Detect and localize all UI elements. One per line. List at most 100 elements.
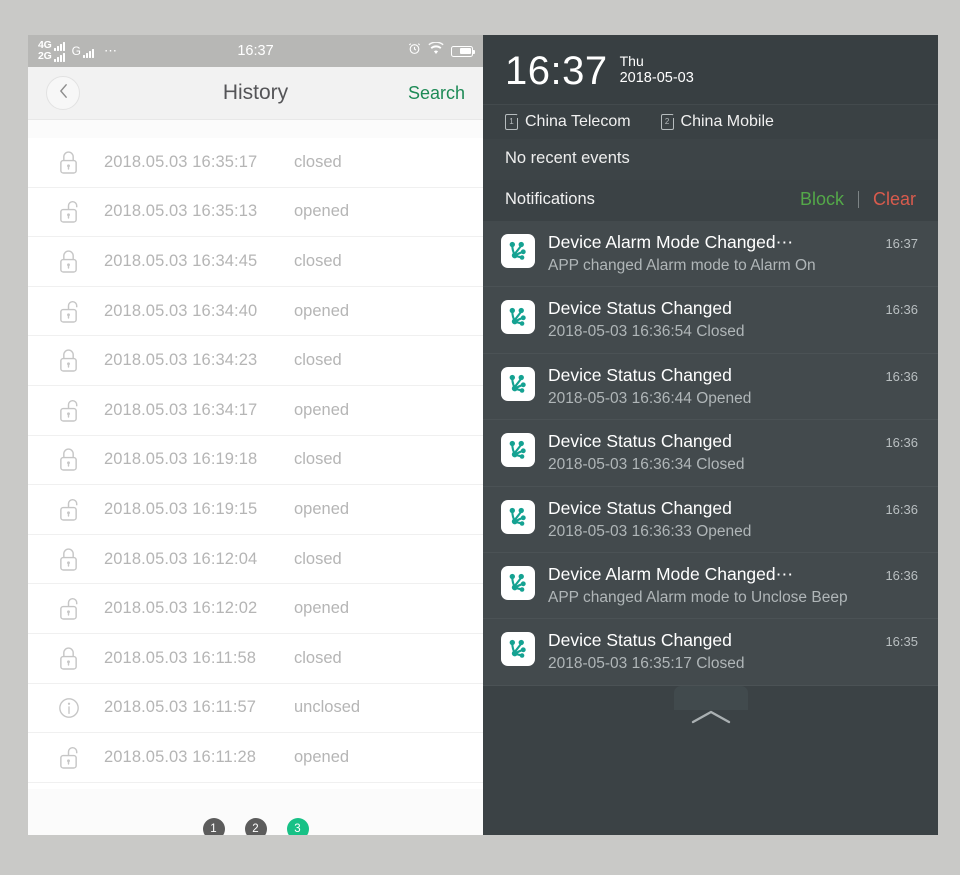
lock-closed-icon <box>58 547 104 572</box>
history-nav-bar: History Search <box>28 67 483 120</box>
history-row-state: opened <box>294 599 350 618</box>
history-row[interactable]: 2018.05.03 16:12:04 closed <box>28 535 483 585</box>
history-row[interactable]: 2018.05.03 16:35:17 closed <box>28 138 483 188</box>
notification-row[interactable]: Device Status Changed 16:36 2018-05-03 16:… <box>483 487 938 553</box>
clear-button[interactable]: Clear <box>873 189 916 210</box>
notification-body: Device Status Changed 16:35 2018-05-03 16:… <box>548 630 918 673</box>
sim-card-2-icon: 2 <box>660 113 674 130</box>
history-row-timestamp: 2018.05.03 16:35:13 <box>104 202 258 221</box>
app-icon <box>501 565 535 600</box>
history-row[interactable]: 2018.05.03 16:19:15 opened <box>28 485 483 535</box>
history-row-state: closed <box>294 450 342 469</box>
notification-subtitle: 2018-05-03 16:36:44 Opened <box>548 389 752 407</box>
carrier-sim1: 1 China Telecom <box>505 113 631 131</box>
app-icon <box>501 366 535 401</box>
chevron-up-icon[interactable] <box>689 708 733 731</box>
notification-time: 16:35 <box>885 634 918 650</box>
secondary-network-indicator: G <box>72 44 94 58</box>
handle-ghost-pill <box>673 685 748 710</box>
notification-row[interactable]: Device Status Changed 16:36 2018-05-03 16:… <box>483 354 938 421</box>
action-divider <box>857 191 859 208</box>
block-button[interactable]: Block <box>800 189 844 210</box>
history-row-state: opened <box>294 499 350 518</box>
notification-time: 16:36 <box>885 302 918 318</box>
right-phone-notification-shade: 16:37 Thu 2018-05-03 1 China Telecom 2 C… <box>483 35 938 835</box>
shade-date-block: Thu 2018-05-03 <box>620 51 694 87</box>
history-row-timestamp: 2018.05.03 16:19:15 <box>104 499 258 518</box>
history-row[interactable]: 2018.05.03 16:34:17 opened <box>28 386 483 436</box>
carrier-sim1-name: China Telecom <box>525 113 631 130</box>
info-circle-icon <box>58 697 104 719</box>
history-row-timestamp: 2018.05.03 16:34:17 <box>104 400 258 419</box>
notification-body: Device Alarm Mode Changed⋯ 16:36 APP chang… <box>548 564 918 607</box>
notification-body: Device Status Changed 16:36 2018-05-03 16:… <box>548 298 918 341</box>
secondary-signal-bars-icon <box>82 49 94 58</box>
left-phone-screen: 4G 2G G ⋯ 16:37 History Search 2018.05.0… <box>28 35 483 835</box>
app-icon <box>501 499 535 534</box>
notification-row[interactable]: Device Status Changed 16:36 2018-05-03 16:… <box>483 287 938 354</box>
carrier-row: 1 China Telecom 2 China Mobile <box>483 104 938 139</box>
history-row[interactable]: 2018.05.03 16:11:58 closed <box>28 634 483 684</box>
notification-title: Device Status Changed <box>548 497 732 518</box>
notification-row[interactable]: Device Status Changed 16:35 2018-05-03 16:… <box>483 619 938 686</box>
notification-title-line: Device Status Changed 16:36 <box>548 365 918 386</box>
history-list[interactable]: 2018.05.03 16:35:17 closed 2018.05.03 16:3… <box>28 120 483 789</box>
shade-clock-area: 16:37 Thu 2018-05-03 <box>483 35 938 104</box>
notification-time: 16:36 <box>885 435 918 451</box>
history-row-timestamp: 2018.05.03 16:12:04 <box>104 549 258 568</box>
history-row-state: opened <box>294 301 350 320</box>
history-row[interactable]: 2018.05.03 16:19:18 closed <box>28 436 483 486</box>
notification-list[interactable]: Device Alarm Mode Changed⋯ 16:37 APP chang… <box>483 221 938 686</box>
history-row[interactable]: 2018.05.03 16:11:28 opened <box>28 733 483 783</box>
history-row[interactable]: 2018.05.03 16:34:23 closed <box>28 336 483 386</box>
lock-closed-icon <box>58 150 104 175</box>
notification-row[interactable]: Device Alarm Mode Changed⋯ 16:37 APP chang… <box>483 221 938 288</box>
pagination-dot-1[interactable]: 1 <box>202 817 225 835</box>
history-row-timestamp: 2018.05.03 16:34:40 <box>104 301 258 320</box>
pagination[interactable]: 1 2 3 <box>28 789 483 835</box>
lock-closed-icon <box>58 447 104 472</box>
notification-title: Device Status Changed <box>548 630 732 651</box>
no-recent-events-label: No recent events <box>483 139 938 180</box>
carrier-sim2-name: China Mobile <box>680 113 774 130</box>
battery-icon <box>451 45 476 57</box>
list-top-spacer <box>28 120 483 138</box>
history-row-timestamp: 2018.05.03 16:35:17 <box>104 152 258 171</box>
notification-time: 16:36 <box>885 501 918 517</box>
notification-title: Device Alarm Mode Changed⋯ <box>548 232 794 252</box>
history-row-timestamp: 2018.05.03 16:34:23 <box>104 351 258 370</box>
history-row-state: closed <box>294 351 342 370</box>
history-row[interactable]: 2018.05.03 16:34:40 opened <box>28 287 483 337</box>
notifications-actions: Block Clear <box>800 189 916 210</box>
notification-row[interactable]: Device Alarm Mode Changed⋯ 16:36 APP chang… <box>483 553 938 620</box>
status-more-dots-icon: ⋯ <box>103 43 118 58</box>
lock-open-icon <box>58 299 104 324</box>
app-icon <box>501 300 535 335</box>
history-row-state: opened <box>294 747 350 766</box>
history-row-timestamp: 2018.05.03 16:11:28 <box>104 747 257 766</box>
history-row-state: unclosed <box>294 698 361 717</box>
shade-day-of-week: Thu <box>619 53 644 69</box>
notification-subtitle: 2018-05-03 16:35:17 Closed <box>548 655 745 673</box>
app-icon <box>501 234 535 268</box>
history-row[interactable]: 2018.05.03 16:11:57 unclosed <box>28 684 483 734</box>
history-row[interactable]: 2018.05.03 16:35:13 opened <box>28 188 483 238</box>
notification-row[interactable]: Device Status Changed 16:36 2018-05-03 16:… <box>483 420 938 487</box>
status-bar-right-group <box>408 41 476 60</box>
notification-time: 16:36 <box>885 567 918 583</box>
search-button[interactable]: Search <box>408 83 465 104</box>
shade-drag-handle[interactable] <box>483 685 938 746</box>
notification-subtitle: 2018-05-03 16:36:54 Closed <box>548 323 745 341</box>
notification-subtitle: APP changed Alarm mode to Alarm On <box>548 257 816 274</box>
history-row-state: closed <box>294 648 342 667</box>
history-row-state: closed <box>294 251 342 270</box>
notification-body: Device Status Changed 16:36 2018-05-03 16:… <box>548 498 918 541</box>
notification-title: Device Alarm Mode Changed⋯ <box>548 563 794 584</box>
shade-date: 2018-05-03 <box>619 69 694 86</box>
history-row[interactable]: 2018.05.03 16:34:45 closed <box>28 237 483 287</box>
carrier-sim2: 2 China Mobile <box>660 113 774 131</box>
history-row[interactable]: 2018.05.03 16:12:02 opened <box>28 584 483 634</box>
pagination-dot-3[interactable]: 3 <box>286 817 309 835</box>
pagination-dot-2[interactable]: 2 <box>244 817 267 835</box>
notification-title-line: Device Status Changed 16:36 <box>548 431 918 452</box>
